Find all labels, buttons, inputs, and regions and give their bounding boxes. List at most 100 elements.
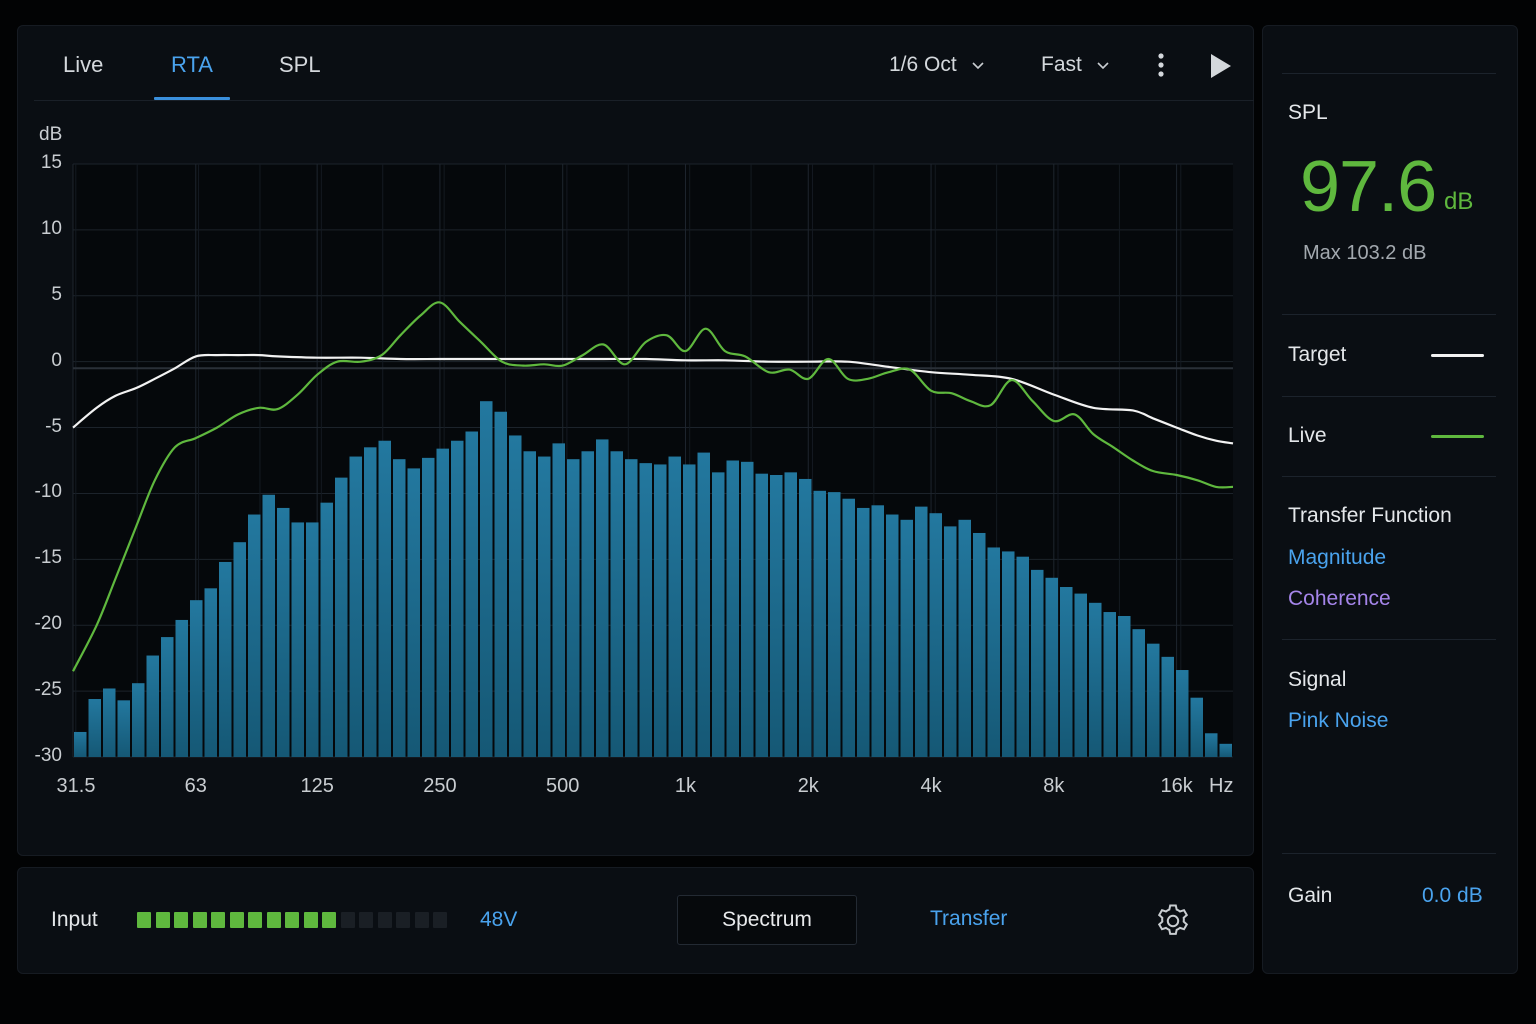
spectrum-bar — [248, 514, 261, 757]
spectrum-bar — [233, 542, 246, 757]
coherence-link[interactable]: Coherence — [1288, 587, 1391, 611]
spectrum-bar — [828, 492, 841, 757]
spectrum-bar — [480, 401, 493, 757]
spectrum-bar — [190, 600, 203, 757]
meter-segment — [285, 912, 299, 928]
spl-unit: dB — [1444, 188, 1474, 215]
spectrum-bar — [697, 452, 710, 757]
spectrum-bar — [1031, 569, 1044, 757]
meter-segment — [192, 912, 207, 928]
magnitude-link[interactable]: Magnitude — [1288, 546, 1386, 570]
spectrum-bar — [726, 460, 739, 757]
spectrum-bar — [581, 451, 594, 757]
side-divider — [1282, 639, 1496, 640]
spectrum-bar — [900, 519, 913, 757]
spectrum-bar — [306, 522, 319, 757]
transfer-button[interactable]: Transfer — [930, 907, 1007, 931]
live-legend-swatch — [1431, 435, 1484, 438]
spectrum-bar — [74, 731, 87, 757]
meter-segment — [303, 912, 318, 928]
transfer-function-heading: Transfer Function — [1288, 504, 1452, 527]
spectrum-bar — [320, 502, 333, 757]
meter-segment — [137, 912, 151, 928]
spectrum-bar — [741, 461, 754, 757]
spectrum-bar — [509, 435, 522, 757]
signal-type-selector[interactable]: Pink Noise — [1288, 709, 1388, 733]
spectrum-bar — [1118, 615, 1131, 757]
spectrum-bar — [915, 506, 928, 757]
spectrum-bar — [262, 494, 275, 757]
gear-icon[interactable] — [1154, 902, 1192, 940]
spectrum-bar — [596, 439, 609, 757]
phantom-power-toggle[interactable]: 48V — [480, 908, 517, 932]
spectrum-bar — [987, 547, 1000, 757]
meter-segment — [211, 912, 225, 928]
meter-segment — [322, 912, 336, 928]
spectrum-bar — [1016, 556, 1029, 757]
meter-segment — [396, 912, 410, 928]
spectrum-bar — [958, 519, 971, 757]
spectrum-bar — [1074, 593, 1087, 757]
spectrum-bar — [117, 700, 130, 757]
spectrum-bar — [219, 561, 232, 757]
spectrum-bar — [393, 459, 406, 757]
spectrum-bar — [610, 451, 623, 757]
spectrum-bar — [1190, 697, 1203, 757]
spectrum-bar — [538, 456, 551, 757]
meter-segment — [229, 912, 244, 928]
spectrum-bar — [1205, 733, 1218, 757]
meter-segment — [377, 912, 392, 928]
spectrum-bar — [857, 507, 870, 757]
spectrum-bar — [1103, 612, 1116, 757]
gain-value[interactable]: 0.0 dB — [1422, 884, 1483, 908]
spectrum-button[interactable]: Spectrum — [677, 895, 857, 945]
spectrum-bar — [842, 498, 855, 757]
spectrum-bar — [1045, 577, 1058, 757]
meter-segment — [266, 912, 281, 928]
spl-max: Max 103.2 dB — [1303, 242, 1427, 264]
spectrum-bar — [277, 507, 290, 757]
spectrum-bar — [929, 513, 942, 757]
spectrum-bar — [871, 505, 884, 757]
spl-value: 97.6 — [1300, 147, 1437, 227]
spectrum-bar — [494, 411, 507, 757]
spectrum-bar — [451, 440, 464, 757]
spectrum-bar — [799, 478, 812, 757]
spectrum-bar — [146, 655, 159, 757]
side-divider — [1282, 853, 1496, 854]
spectrum-bar — [552, 443, 565, 757]
spectrum-bar — [1219, 743, 1232, 757]
spectrum-bar — [465, 431, 478, 757]
spectrum-bar — [654, 464, 667, 757]
spectrum-bar — [755, 473, 768, 757]
target-legend-swatch — [1431, 354, 1484, 357]
plot-area — [73, 164, 1233, 757]
spectrum-bar — [944, 526, 957, 757]
spectrum-bar — [625, 459, 638, 757]
spectrum-bar — [683, 464, 696, 757]
spectrum-bar — [973, 532, 986, 757]
meter-segment — [174, 912, 188, 928]
spectrum-bar — [407, 468, 420, 757]
spectrum-bar — [161, 637, 174, 757]
spectrum-bar — [886, 514, 899, 757]
spectrum-bar — [378, 440, 391, 757]
spectrum-bar — [813, 490, 826, 757]
meter-segment — [248, 912, 262, 928]
spectrum-bar — [335, 477, 348, 757]
spectrum-bar — [1132, 629, 1145, 757]
spectrum-bar — [1161, 656, 1174, 757]
spectrum-bar — [422, 457, 435, 757]
input-label: Input — [51, 908, 98, 931]
live-legend-label: Live — [1288, 424, 1327, 447]
spectrum-bar — [639, 463, 652, 757]
spectrum-bar — [523, 451, 536, 757]
spectrum-bar — [204, 588, 217, 757]
spl-label: SPL — [1288, 101, 1328, 124]
spectrum-bar — [712, 472, 725, 757]
spectrum-bar — [103, 688, 116, 757]
side-divider — [1282, 314, 1496, 315]
spectrum-bar — [1176, 670, 1189, 757]
spectrum-bar — [1060, 587, 1073, 757]
signal-heading: Signal — [1288, 668, 1347, 691]
